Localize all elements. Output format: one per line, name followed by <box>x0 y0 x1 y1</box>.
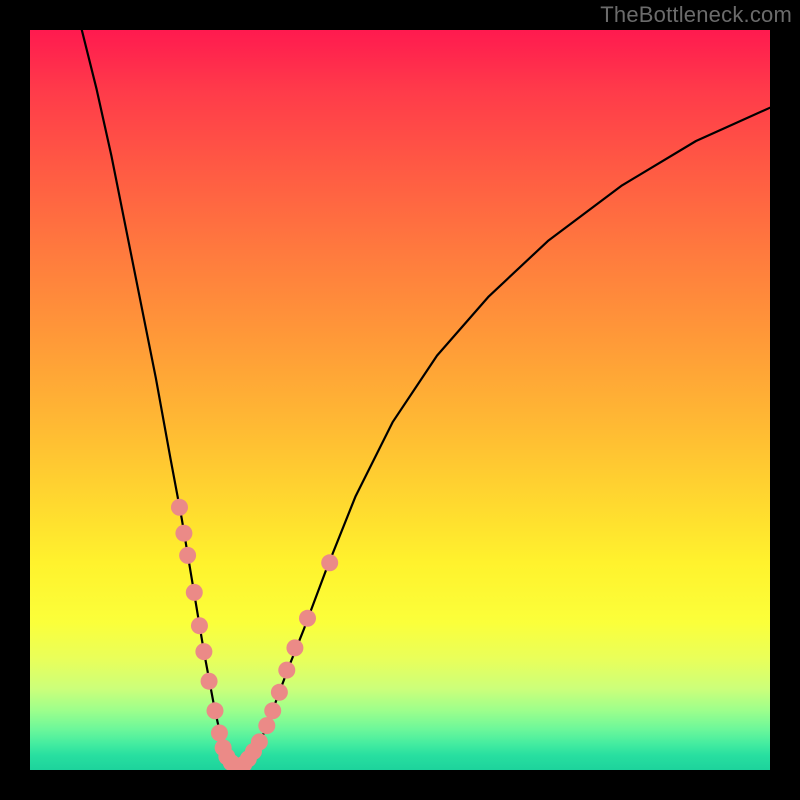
plot-area <box>30 30 770 770</box>
data-marker <box>191 617 208 634</box>
data-marker <box>299 610 316 627</box>
data-marker <box>321 554 338 571</box>
data-marker <box>179 547 196 564</box>
data-marker <box>201 673 218 690</box>
data-marker <box>286 639 303 656</box>
chart-frame: TheBottleneck.com <box>0 0 800 800</box>
marker-layer <box>171 499 338 770</box>
chart-svg <box>30 30 770 770</box>
data-marker <box>186 584 203 601</box>
data-marker <box>258 717 275 734</box>
data-marker <box>271 684 288 701</box>
data-marker <box>207 702 224 719</box>
data-marker <box>195 643 212 660</box>
bottleneck-curve <box>82 30 770 766</box>
data-marker <box>264 702 281 719</box>
data-marker <box>171 499 188 516</box>
data-marker <box>278 662 295 679</box>
watermark-text: TheBottleneck.com <box>600 2 792 28</box>
data-marker <box>251 733 268 750</box>
data-marker <box>211 725 228 742</box>
data-marker <box>175 525 192 542</box>
